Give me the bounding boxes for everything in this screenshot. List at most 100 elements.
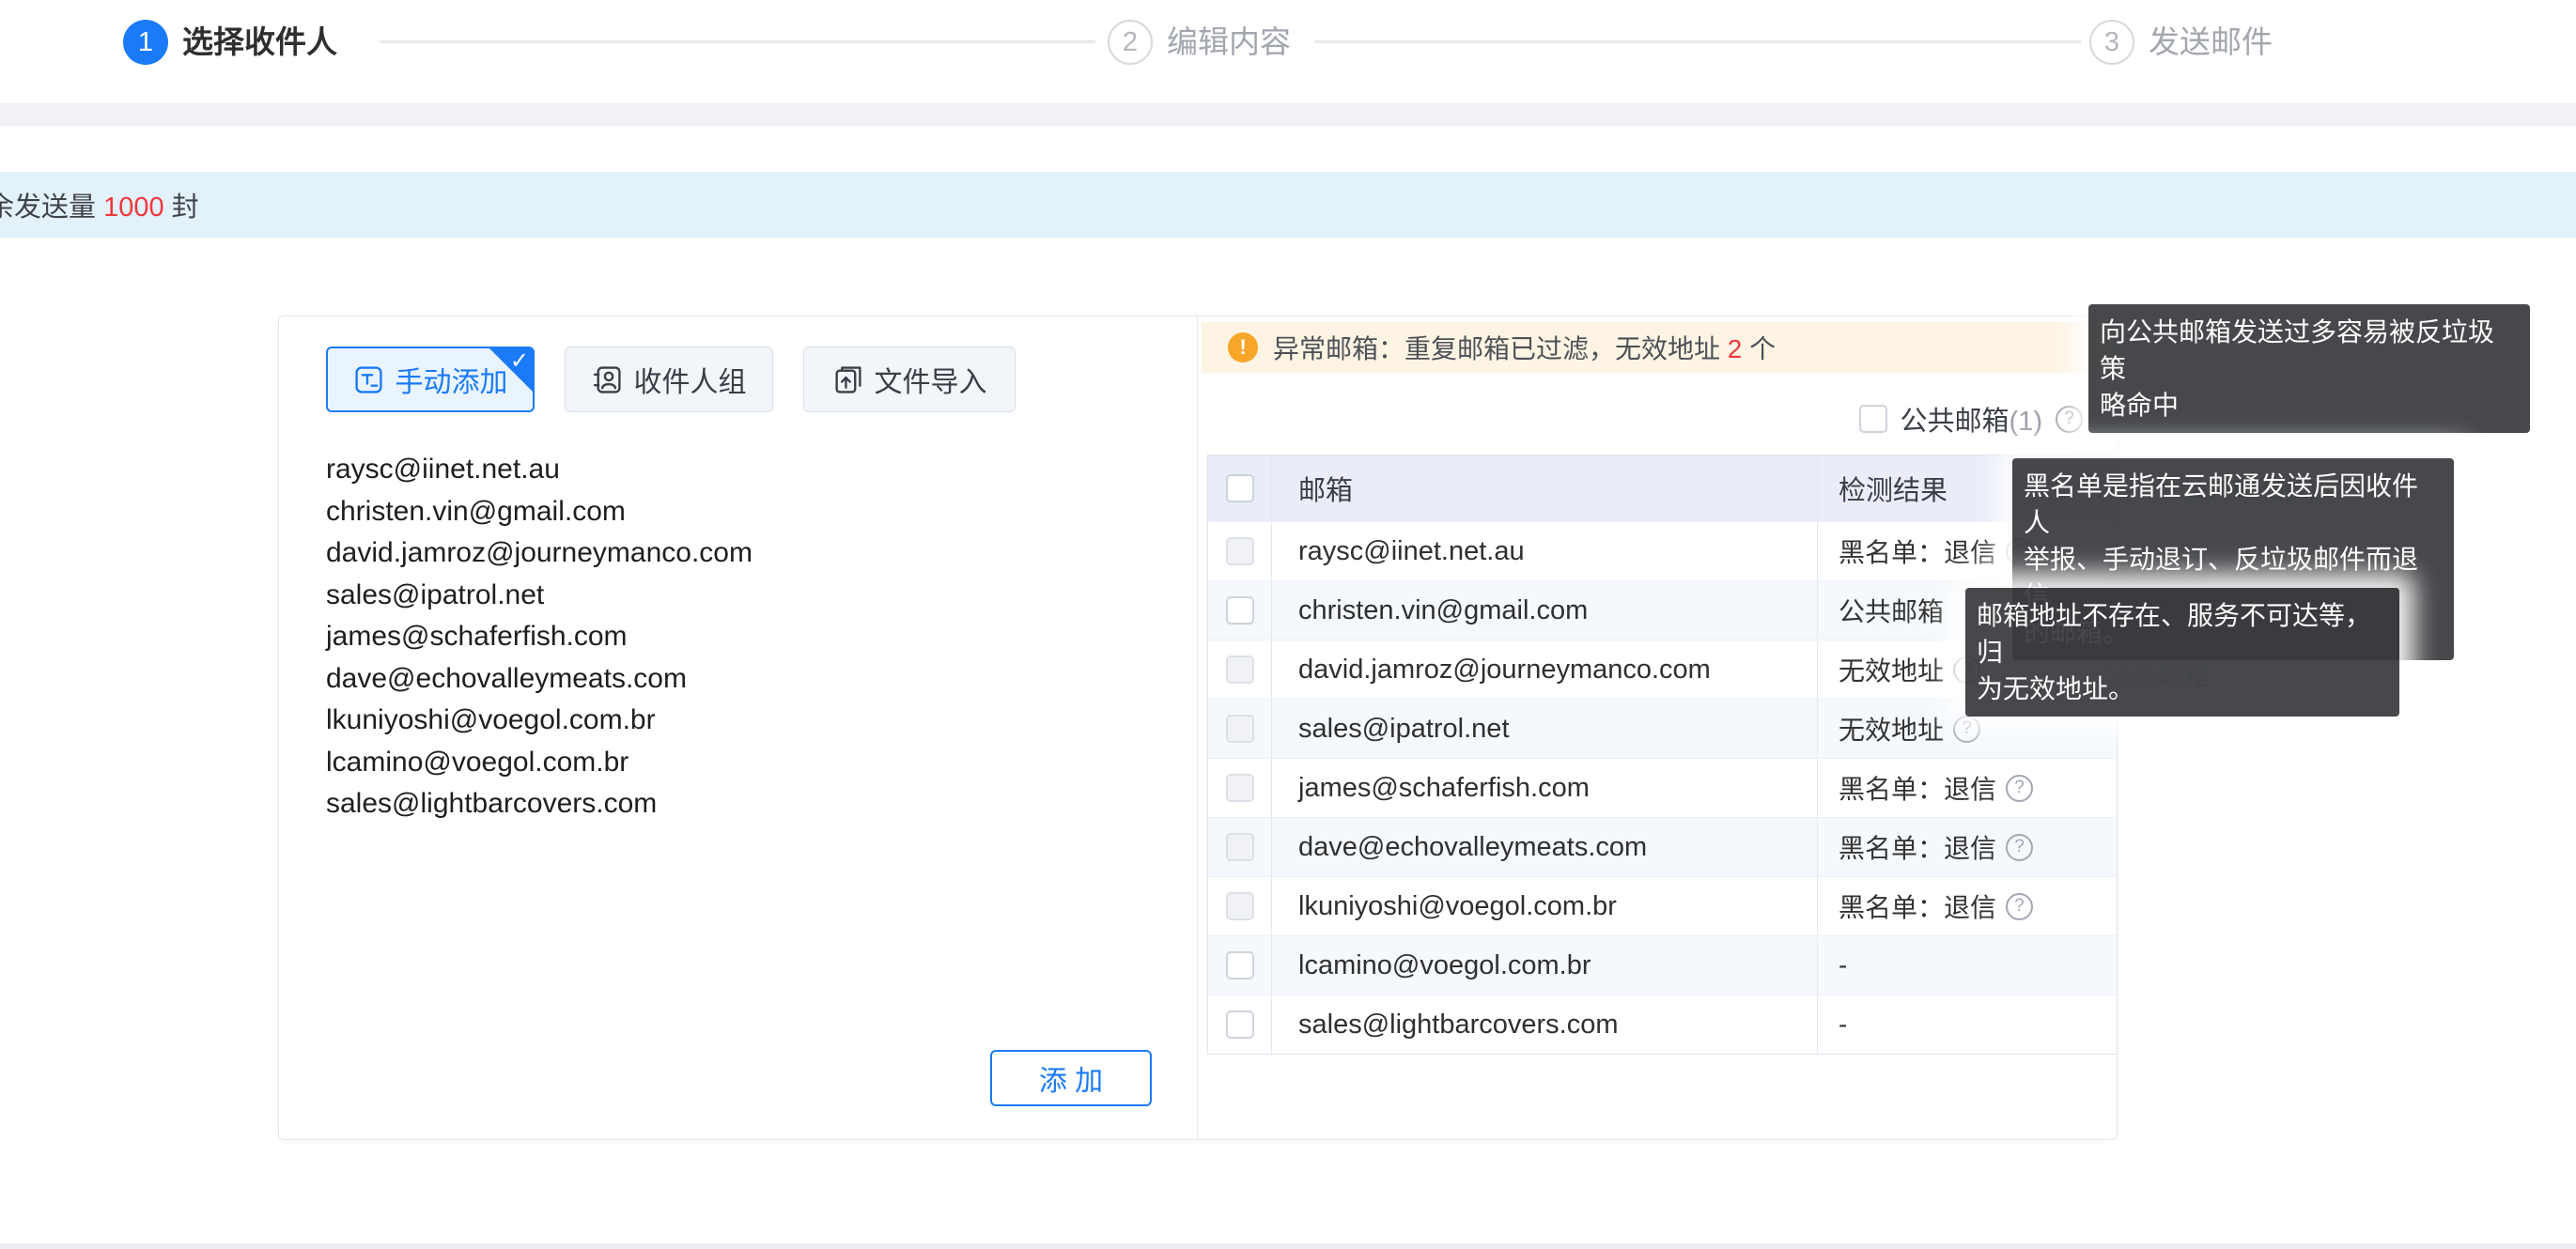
row-result: - (1818, 995, 2117, 1054)
add-mode-tabs: 手动添加 ✓ 收件人组 文件导入 (326, 347, 1016, 412)
detection-table: 邮箱 检测结果 raysc@iinet.net.au 黑名单：退信? christe… (1207, 455, 2118, 1055)
row-result-text: - (1839, 1010, 1847, 1040)
result-help-icon[interactable]: ? (1953, 716, 1980, 743)
row-result-text: 无效地址 (1839, 651, 1944, 688)
tooltip-public-mailbox: 向公共邮箱发送过多容易被反垃圾策 略命中 (2088, 304, 2530, 433)
row-checkbox[interactable] (1226, 596, 1254, 624)
public-mailbox-checkbox[interactable] (1859, 405, 1887, 433)
quota-notice-bar: 余发送量 1000 封 (0, 172, 2576, 238)
email-line: dave@echovalleymeats.com (326, 658, 1153, 701)
table-row: sales@lightbarcovers.com- (1208, 995, 2117, 1054)
email-line: james@schaferfish.com (326, 616, 1153, 658)
row-checkbox-cell (1208, 936, 1272, 995)
step-1-number: 1 (138, 27, 153, 58)
row-checkbox-cell (1208, 700, 1272, 758)
result-help-icon[interactable]: ? (2006, 775, 2033, 802)
table-row: raysc@iinet.net.au黑名单：退信? (1208, 521, 2117, 580)
tab-recipient-group-label: 收件人组 (634, 359, 747, 400)
row-result: 黑名单：退信? (1818, 877, 2117, 935)
step-2-circle: 2 (1108, 20, 1153, 65)
detection-table-header: 邮箱 检测结果 (1208, 455, 2117, 521)
row-result-text: 无效地址 (1839, 710, 1944, 748)
recipient-group-icon (592, 364, 623, 395)
recipient-panel: 手动添加 ✓ 收件人组 文件导入 raysc@iinet.net.auchris… (278, 316, 2118, 1140)
recipient-email-input[interactable]: raysc@iinet.net.auchristen.vin@gmail.com… (326, 449, 1153, 825)
email-line: raysc@iinet.net.au (326, 449, 1153, 491)
step-3-label: 发送邮件 (2149, 20, 2273, 65)
quota-notice-text: 余发送量 1000 封 (0, 185, 199, 224)
step-wizard: 1 选择收件人 2 编辑内容 3 发送邮件 (0, 0, 2576, 89)
warning-text: 异常邮箱：重复邮箱已过滤，无效地址 2 个 (1273, 329, 1776, 366)
table-row: lkuniyoshi@voegol.com.br黑名单：退信? (1208, 876, 2117, 935)
row-checkbox-cell (1208, 877, 1272, 935)
row-checkbox (1226, 833, 1254, 861)
tooltip-invalid-address: 邮箱地址不存在、服务不可达等，归 为无效地址。 (1965, 588, 2399, 717)
header-divider-band (0, 103, 2576, 126)
row-result: - (1818, 936, 2117, 995)
row-result-text: - (1839, 950, 1847, 980)
row-email: christen.vin@gmail.com (1272, 581, 1818, 640)
email-line: david.jamroz@journeymanco.com (326, 532, 1153, 575)
tab-file-import-label: 文件导入 (875, 359, 987, 400)
step-1-label: 选择收件人 (182, 20, 337, 65)
row-checkbox (1226, 892, 1254, 920)
step-1-circle: 1 (123, 20, 168, 65)
tab-file-import[interactable]: 文件导入 (803, 347, 1016, 412)
warning-icon: ! (1228, 332, 1258, 362)
row-result-text: 公共邮箱 (1839, 592, 1944, 629)
tab-recipient-group[interactable]: 收件人组 (565, 347, 773, 412)
step-connector-2 (1314, 40, 2081, 43)
step-3-number: 3 (2104, 27, 2119, 58)
email-line: christen.vin@gmail.com (326, 491, 1153, 533)
header-checkbox-cell (1208, 455, 1272, 521)
row-checkbox (1226, 537, 1254, 565)
row-email: james@schaferfish.com (1272, 759, 1818, 817)
row-result-text: 黑名单：退信 (1839, 887, 1996, 925)
row-checkbox-cell (1208, 995, 1272, 1054)
row-checkbox[interactable] (1226, 1010, 1254, 1039)
row-result: 黑名单：退信? (1818, 818, 2117, 876)
row-checkbox-cell (1208, 818, 1272, 876)
table-row: lcamino@voegol.com.br- (1208, 935, 2117, 995)
email-line: sales@lightbarcovers.com (326, 783, 1153, 825)
row-email: raysc@iinet.net.au (1272, 522, 1818, 580)
email-line: lkuniyoshi@voegol.com.br (326, 700, 1153, 742)
active-check-icon: ✓ (510, 350, 529, 373)
result-help-icon[interactable]: ? (2006, 893, 2033, 920)
row-result-text: 黑名单：退信 (1839, 828, 1996, 866)
step-3-circle: 3 (2089, 20, 2134, 65)
add-button[interactable]: 添 加 (990, 1050, 1152, 1106)
email-line: lcamino@voegol.com.br (326, 742, 1153, 784)
manual-add-icon (353, 364, 384, 395)
row-result-text: 黑名单：退信 (1839, 532, 1996, 570)
invalid-count: 2 (1728, 334, 1743, 363)
tab-manual-add[interactable]: 手动添加 ✓ (326, 347, 535, 412)
abnormal-warning-bar: ! 异常邮箱：重复邮箱已过滤，无效地址 2 个 (1202, 322, 2115, 373)
page-bottom-band (0, 1243, 2576, 1249)
public-mailbox-help-icon[interactable]: ? (2056, 406, 2083, 433)
row-checkbox (1226, 774, 1254, 802)
table-row: dave@echovalleymeats.com黑名单：退信? (1208, 817, 2117, 876)
row-checkbox-cell (1208, 640, 1272, 699)
row-email: dave@echovalleymeats.com (1272, 818, 1818, 876)
step-2-label: 编辑内容 (1167, 20, 1291, 65)
table-row: james@schaferfish.com黑名单：退信? (1208, 758, 2117, 817)
select-all-checkbox[interactable] (1226, 474, 1254, 502)
public-mailbox-count: (1) (2010, 407, 2042, 437)
step-2-number: 2 (1123, 27, 1138, 58)
public-mailbox-filter: 公共邮箱(1) ? (1859, 399, 2083, 439)
quota-count: 1000 (103, 193, 164, 223)
result-help-icon[interactable]: ? (2006, 834, 2033, 861)
row-email: sales@ipatrol.net (1272, 700, 1818, 758)
row-email: lkuniyoshi@voegol.com.br (1272, 877, 1818, 935)
row-result: 黑名单：退信? (1818, 759, 2117, 817)
row-checkbox-cell (1208, 522, 1272, 580)
header-email: 邮箱 (1272, 455, 1818, 521)
row-checkbox (1226, 655, 1254, 684)
row-checkbox[interactable] (1226, 951, 1254, 979)
row-checkbox (1226, 715, 1254, 743)
file-import-icon (832, 364, 863, 395)
panel-divider (1197, 316, 1198, 1139)
row-checkbox-cell (1208, 581, 1272, 640)
row-email: david.jamroz@journeymanco.com (1272, 640, 1818, 699)
